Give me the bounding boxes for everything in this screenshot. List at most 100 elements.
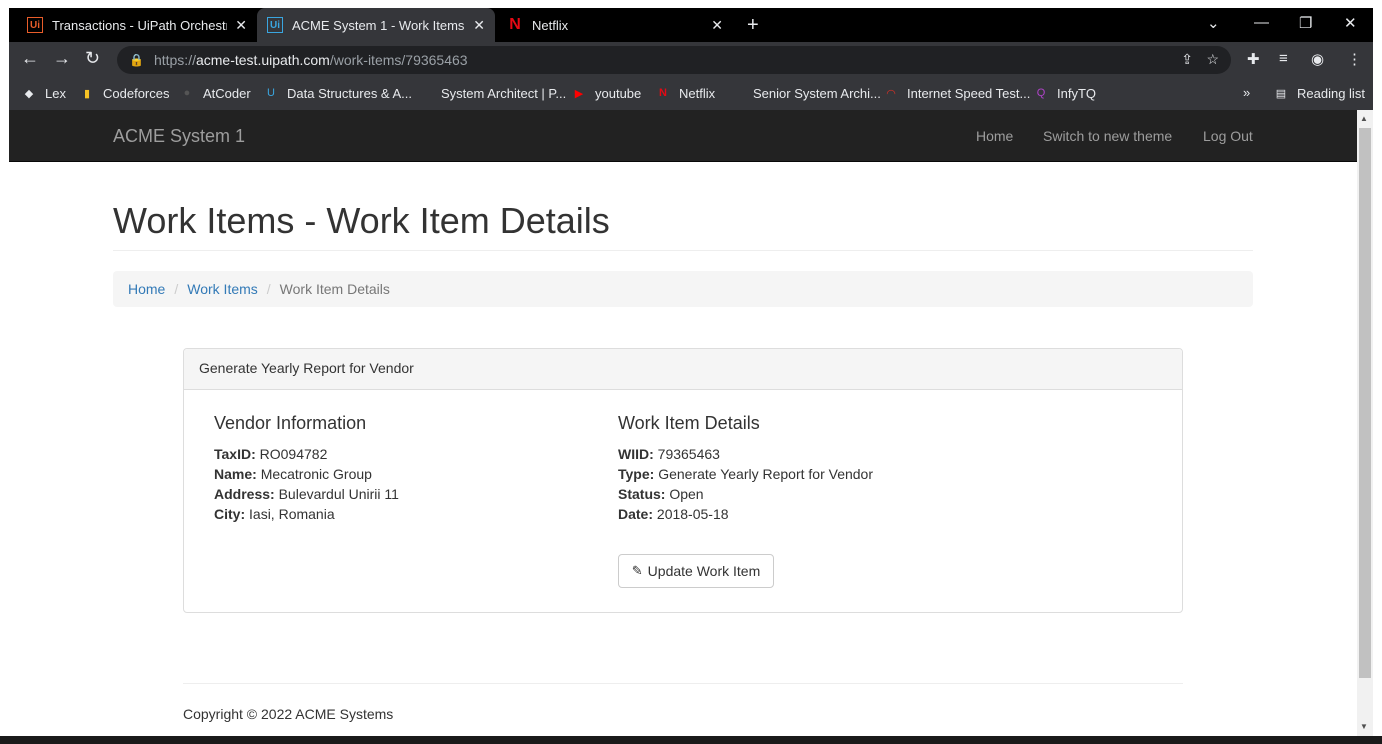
- breadcrumb-separator: /: [266, 281, 271, 297]
- bookmark-codeforces[interactable]: ▮ Codeforces: [79, 85, 170, 101]
- breadcrumb-home[interactable]: Home: [128, 281, 165, 297]
- window-close-icon[interactable]: ✕: [1344, 14, 1357, 32]
- tab-title: Netflix: [532, 17, 569, 33]
- uipath-icon: Ui: [27, 17, 43, 33]
- breadcrumb-current: Work Item Details: [279, 281, 390, 297]
- bookmark-data-structures[interactable]: U Data Structures & A...: [263, 85, 412, 101]
- work-item-details: Work Item Details WIID: 79365463 Type: G…: [618, 413, 873, 524]
- media-control-icon[interactable]: ≡: [1279, 50, 1288, 67]
- field-label: Type:: [618, 466, 655, 482]
- bookmark-lex[interactable]: ◆ Lex: [21, 85, 66, 101]
- vendor-taxid: TaxID: RO094782: [214, 444, 399, 464]
- back-icon[interactable]: ←: [21, 48, 39, 69]
- close-icon[interactable]: ✕: [473, 17, 485, 34]
- extensions-icon[interactable]: ✚: [1247, 50, 1260, 68]
- os-taskbar: [0, 736, 1382, 744]
- tab-search-icon[interactable]: ⌄: [1207, 14, 1220, 32]
- vertical-scrollbar[interactable]: ▲ ▼: [1357, 110, 1373, 736]
- bookmark-label: InfyTQ: [1057, 85, 1097, 101]
- address-bar[interactable]: 🔒 https://acme-test.uipath.com/work-item…: [117, 46, 1231, 74]
- field-value: RO094782: [259, 446, 328, 462]
- url-path: /work-items/79365463: [329, 52, 468, 68]
- share-icon[interactable]: ⇪: [1181, 51, 1193, 68]
- work-item-details-title: Work Item Details: [618, 413, 760, 433]
- detail-wiid: WIID: 79365463: [618, 444, 873, 464]
- bookmark-label: Lex: [45, 85, 66, 101]
- menu-icon[interactable]: ⋮: [1347, 50, 1362, 68]
- lex-icon: ◆: [24, 87, 34, 100]
- tab-title: Transactions - UiPath Orchestrato: [52, 17, 227, 33]
- breadcrumb-work-items[interactable]: Work Items: [187, 281, 258, 297]
- nav-link-logout[interactable]: Log Out: [1203, 128, 1253, 144]
- bookmark-speed-test[interactable]: ◠ Internet Speed Test...: [883, 85, 1030, 101]
- bookmark-label: Data Structures & A...: [287, 85, 412, 101]
- url-host: acme-test.uipath.com: [195, 52, 330, 68]
- bookmark-netflix[interactable]: N Netflix: [655, 85, 715, 101]
- globe-icon: [729, 85, 745, 101]
- bookmark-label: AtCoder: [203, 85, 251, 101]
- globe-icon: [417, 85, 433, 101]
- bookmark-atcoder[interactable]: ● AtCoder: [179, 85, 251, 101]
- tab-transactions[interactable]: Ui Transactions - UiPath Orchestrato ✕: [17, 8, 257, 42]
- vendor-name: Name: Mecatronic Group: [214, 464, 399, 484]
- update-work-item-button[interactable]: ✎ Update Work Item: [618, 554, 774, 588]
- profile-avatar-icon[interactable]: ◉: [1311, 50, 1324, 68]
- overflow-chevron: »: [1243, 85, 1251, 100]
- browser-chrome: Ui Transactions - UiPath Orchestrato ✕ U…: [9, 8, 1373, 110]
- footer-copyright: Copyright © 2022 ACME Systems: [183, 706, 394, 722]
- atcoder-icon: ●: [183, 87, 191, 99]
- field-value: Bulevardul Unirii 11: [278, 486, 399, 502]
- breadcrumb: Home / Work Items / Work Item Details: [113, 271, 1253, 307]
- field-label: Address:: [214, 486, 275, 502]
- field-value: Mecatronic Group: [260, 466, 372, 482]
- nav-link-switch-theme[interactable]: Switch to new theme: [1043, 128, 1172, 144]
- field-label: City:: [214, 506, 246, 522]
- scroll-down-icon[interactable]: ▼: [1360, 722, 1368, 731]
- youtube-icon: ▶: [574, 87, 584, 100]
- bookmark-youtube[interactable]: ▶ youtube: [571, 85, 642, 101]
- bookmark-label: Codeforces: [103, 85, 170, 101]
- reading-list[interactable]: ▤ Reading list: [1273, 85, 1365, 101]
- netflix-icon: N: [659, 87, 667, 99]
- new-tab-icon[interactable]: +: [747, 14, 759, 37]
- nav-link-home[interactable]: Home: [976, 128, 1013, 144]
- restore-icon[interactable]: ❐: [1299, 14, 1312, 32]
- reading-list-icon: ▤: [1275, 87, 1287, 100]
- scroll-up-icon[interactable]: ▲: [1360, 114, 1368, 123]
- work-item-panel: Generate Yearly Report for Vendor Vendor…: [183, 348, 1183, 613]
- speedometer-icon: ◠: [886, 87, 896, 100]
- field-label: Status:: [618, 486, 666, 502]
- navbar-brand[interactable]: ACME System 1: [113, 126, 245, 147]
- panel-heading: Generate Yearly Report for Vendor: [184, 349, 1182, 390]
- page-title: Work Items - Work Item Details: [113, 200, 610, 241]
- field-value: 2018-05-18: [656, 506, 729, 522]
- bookmark-infytq[interactable]: Q InfyTQ: [1033, 85, 1096, 101]
- close-icon[interactable]: ✕: [711, 17, 723, 34]
- uipath-icon: Ui: [267, 17, 283, 33]
- bookmark-system-architect[interactable]: System Architect | P...: [417, 85, 566, 101]
- infytq-icon: Q: [1036, 87, 1046, 99]
- tab-acme-work-items[interactable]: Ui ACME System 1 - Work Items ✕: [257, 8, 495, 42]
- detail-status: Status: Open: [618, 484, 873, 504]
- field-label: WIID:: [618, 446, 654, 462]
- detail-date: Date: 2018-05-18: [618, 504, 873, 524]
- navbar: ACME System 1 Home Switch to new theme L…: [9, 110, 1357, 162]
- bookmark-senior-system-architect[interactable]: Senior System Archi...: [729, 85, 881, 101]
- tab-netflix[interactable]: N Netflix ✕: [497, 8, 733, 42]
- bookmark-label: Internet Speed Test...: [907, 85, 1031, 101]
- browser-toolbar: ← → ↻ 🔒 https://acme-test.uipath.com/wor…: [9, 42, 1373, 76]
- reload-icon[interactable]: ↻: [85, 48, 100, 69]
- bookmarks-bar: ◆ Lex ▮ Codeforces ● AtCoder U Data Structur…: [9, 76, 1373, 110]
- vendor-city: City: Iasi, Romania: [214, 504, 399, 524]
- field-label: Date:: [618, 506, 654, 522]
- bookmark-star-icon[interactable]: ☆: [1206, 51, 1219, 68]
- field-label: Name:: [214, 466, 257, 482]
- close-icon[interactable]: ✕: [235, 17, 247, 34]
- vendor-information: Vendor Information TaxID: RO094782 Name:…: [214, 413, 399, 524]
- reading-list-label: Reading list: [1297, 85, 1365, 101]
- forward-icon[interactable]: →: [53, 48, 71, 69]
- bookmarks-overflow[interactable]: »: [1243, 85, 1250, 100]
- scrollbar-thumb[interactable]: [1359, 128, 1371, 678]
- field-value: Open: [669, 486, 704, 502]
- minimize-icon[interactable]: —: [1254, 14, 1269, 31]
